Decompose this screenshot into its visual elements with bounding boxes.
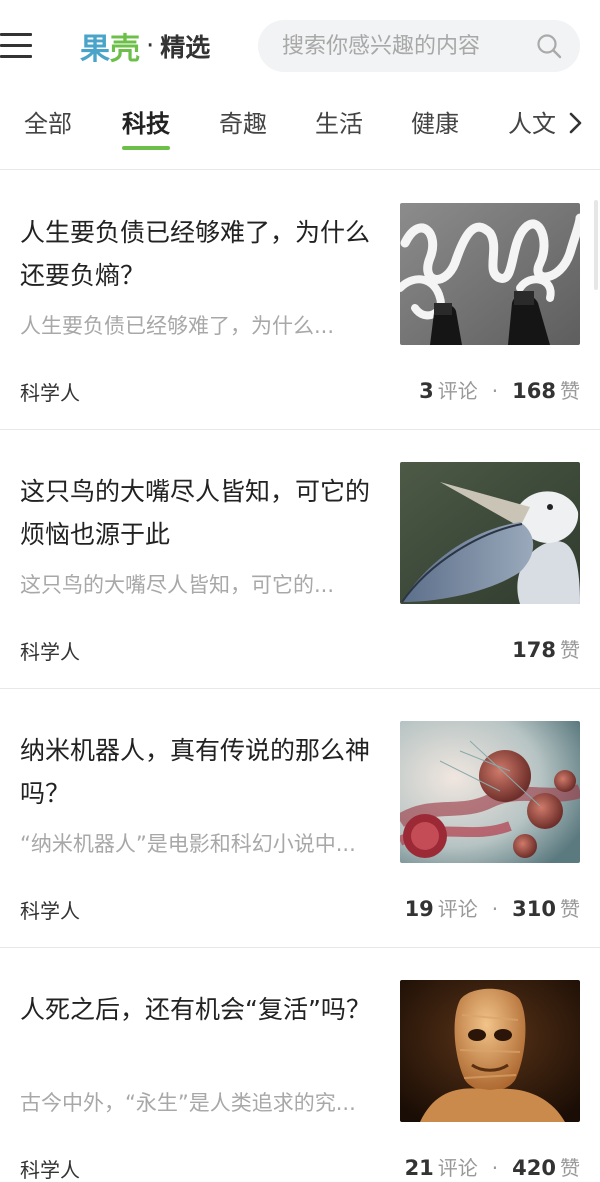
search-icon[interactable] [536, 33, 562, 59]
comment-count: 3 [419, 379, 434, 403]
like-label: 赞 [560, 379, 580, 403]
logo-dot: · [146, 31, 155, 61]
article-source[interactable]: 科学人 [20, 377, 80, 406]
article-summary: “纳米机器人”是电影和科幻小说中... [20, 832, 356, 856]
article-source[interactable]: 科学人 [20, 1154, 80, 1182]
tab-fun[interactable]: 奇趣 [219, 104, 267, 144]
mummy-image [400, 980, 580, 1122]
app-header: 果 壳 · 精选 [0, 0, 600, 92]
article-title[interactable]: 这只鸟的大嘴尽人皆知，可它的烦恼也源于此 [20, 470, 385, 556]
category-tabs: 全部 科技 奇趣 生活 健康 人文 [0, 92, 600, 170]
comment-label: 评论 [437, 379, 478, 403]
comment-label: 评论 [437, 1156, 478, 1180]
like-count: 420 [512, 1156, 556, 1180]
stats-separator: · [491, 1156, 499, 1180]
shoes-image [400, 203, 580, 345]
article-feed: 人生要负债已经够难了，为什么还要负熵？ 人生要负债已经够难了，为什么... 科学… [0, 171, 600, 1182]
article-title[interactable]: 人生要负债已经够难了，为什么还要负熵？ [20, 211, 385, 297]
article-stats: 3 评论 · 168 赞 [419, 375, 580, 404]
comment-count: 19 [404, 897, 434, 921]
search-bar[interactable] [258, 20, 580, 72]
article-title[interactable]: 纳米机器人，真有传说的那么神吗？ [20, 729, 385, 815]
article-thumbnail[interactable] [400, 721, 580, 863]
article-summary: 这只鸟的大嘴尽人皆知，可它的... [20, 573, 335, 597]
search-input[interactable] [282, 20, 522, 72]
comment-count: 21 [404, 1156, 434, 1180]
like-label: 赞 [560, 638, 580, 662]
logo-text-part2: 壳 [110, 32, 140, 67]
like-label: 赞 [560, 897, 580, 921]
tab-humanities[interactable]: 人文 [508, 104, 556, 144]
article-title[interactable]: 人死之后，还有机会“复活”吗？ [20, 988, 385, 1031]
tab-health[interactable]: 健康 [411, 104, 459, 144]
article-summary: 古今中外，“永生”是人类追求的究... [20, 1091, 356, 1115]
article-thumbnail[interactable] [400, 462, 580, 604]
active-tab-indicator [122, 146, 170, 150]
article-source[interactable]: 科学人 [20, 895, 80, 924]
logo-text-part1: 果 [80, 32, 110, 67]
article-summary: 人生要负债已经够难了，为什么... [20, 314, 335, 338]
stats-separator: · [491, 379, 499, 403]
tab-tech[interactable]: 科技 [122, 104, 170, 144]
article-stats: 21 评论 · 420 赞 [405, 1152, 580, 1181]
like-label: 赞 [560, 1156, 580, 1180]
article-source[interactable]: 科学人 [20, 636, 80, 665]
like-count: 310 [512, 897, 556, 921]
app-logo[interactable]: 果 壳 · 精选 [80, 26, 211, 67]
logo-subtitle: 精选 [160, 33, 211, 62]
stats-separator: · [491, 897, 499, 921]
chevron-right-icon[interactable] [566, 108, 586, 138]
article-card[interactable]: 纳米机器人，真有传说的那么神吗？ “纳米机器人”是电影和科幻小说中... 科学人… [0, 689, 600, 948]
tab-life[interactable]: 生活 [315, 104, 363, 144]
article-card[interactable]: 人死之后，还有机会“复活”吗？ 古今中外，“永生”是人类追求的究... 科学人 … [0, 948, 600, 1182]
article-stats: 19 评论 · 310 赞 [405, 893, 580, 922]
article-thumbnail[interactable] [400, 980, 580, 1122]
like-count: 178 [512, 638, 556, 662]
nanorobot-image [400, 721, 580, 863]
like-count: 168 [512, 379, 556, 403]
article-card[interactable]: 人生要负债已经够难了，为什么还要负熵？ 人生要负债已经够难了，为什么... 科学… [0, 171, 600, 430]
pelican-image [400, 462, 580, 604]
article-thumbnail[interactable] [400, 203, 580, 345]
menu-icon[interactable] [0, 30, 34, 62]
tab-all[interactable]: 全部 [24, 104, 72, 144]
comment-label: 评论 [437, 897, 478, 921]
article-stats: 178 赞 [512, 634, 580, 663]
article-card[interactable]: 这只鸟的大嘴尽人皆知，可它的烦恼也源于此 这只鸟的大嘴尽人皆知，可它的... 科… [0, 430, 600, 689]
